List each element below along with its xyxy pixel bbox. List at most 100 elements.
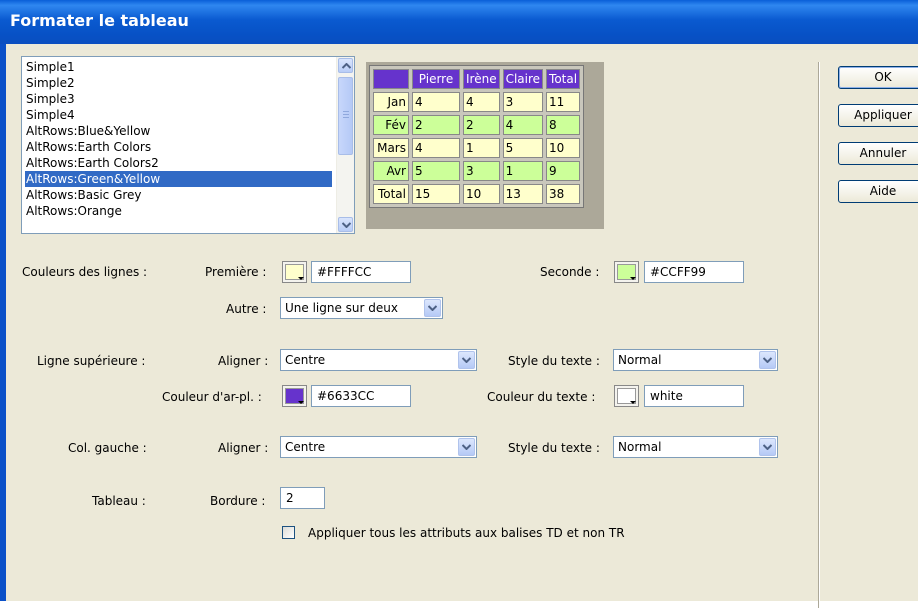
preview-cell: 3 bbox=[463, 161, 500, 181]
button-separator-highlight bbox=[819, 62, 820, 608]
chevron-down-icon bbox=[763, 357, 772, 363]
preview-header-cell: Irène bbox=[463, 69, 500, 89]
preview-cell: 4 bbox=[463, 92, 500, 112]
text-color-input[interactable]: white bbox=[644, 385, 744, 407]
second-color-picker[interactable] bbox=[614, 261, 639, 283]
preview-cell: Total bbox=[373, 184, 409, 204]
left-col-align-label: Aligner : bbox=[218, 441, 269, 455]
dialog-title: Formater le tableau bbox=[10, 11, 189, 30]
apply-to-td-label[interactable]: Appliquer tous les attributs aux balises… bbox=[308, 526, 625, 540]
chevron-down-icon bbox=[342, 222, 351, 228]
window-frame-left bbox=[0, 44, 6, 601]
preview-header-cell: Pierre bbox=[412, 69, 460, 89]
list-item[interactable]: Simple2 bbox=[25, 75, 332, 91]
scroll-thumb[interactable] bbox=[338, 77, 353, 155]
preview-row: Total 15 10 13 38 bbox=[373, 184, 581, 204]
preview-header-cell: Claire bbox=[502, 69, 544, 89]
second-color-input[interactable]: #CCFF99 bbox=[644, 261, 744, 283]
left-col-text-style-label: Style du texte : bbox=[508, 441, 600, 455]
preview-header-cell: Total bbox=[546, 69, 581, 89]
table-preview: Pierre Irène Claire Total Jan 4 4 3 11 F… bbox=[366, 62, 604, 229]
cancel-button[interactable]: Annuler bbox=[838, 142, 918, 165]
preview-cell: Fév bbox=[373, 115, 409, 135]
list-scrollbar[interactable] bbox=[336, 57, 354, 233]
preview-cell: 4 bbox=[502, 115, 544, 135]
preview-cell: 3 bbox=[502, 92, 544, 112]
first-color-label: Première : bbox=[205, 265, 267, 279]
list-item[interactable]: AltRows:Earth Colors bbox=[25, 139, 332, 155]
format-table-dialog: Formater le tableau Simple1 Simple2 Simp… bbox=[0, 0, 918, 608]
list-item-selected[interactable]: AltRows:Green&Yellow bbox=[25, 171, 332, 187]
dropdown-arrow-icon bbox=[298, 401, 304, 404]
preview-cell: 10 bbox=[463, 184, 500, 204]
ok-button[interactable]: OK bbox=[838, 66, 918, 89]
top-row-text-style-dropdown-button[interactable] bbox=[759, 351, 776, 369]
first-color-input[interactable]: #FFFFCC bbox=[311, 261, 411, 283]
preview-cell: 2 bbox=[463, 115, 500, 135]
thumb-grip bbox=[343, 117, 349, 118]
chevron-down-icon bbox=[763, 444, 772, 450]
top-row-align-dropdown-button[interactable] bbox=[458, 351, 475, 369]
preview-cell: 5 bbox=[412, 161, 460, 181]
preview-cell: 1 bbox=[502, 161, 544, 181]
dropdown-arrow-icon bbox=[298, 277, 304, 280]
left-col-text-style-select[interactable]: Normal bbox=[613, 436, 778, 458]
preview-cell: 8 bbox=[546, 115, 581, 135]
alternate-dropdown-button[interactable] bbox=[424, 299, 441, 317]
top-row-text-style-select[interactable]: Normal bbox=[613, 349, 778, 371]
apply-button[interactable]: Appliquer bbox=[838, 104, 918, 127]
preview-cell: 10 bbox=[546, 138, 581, 158]
top-row-align-select[interactable]: Centre bbox=[280, 349, 477, 371]
left-col-align-value: Centre bbox=[285, 440, 326, 454]
preview-cell: 4 bbox=[412, 138, 460, 158]
list-item[interactable]: Simple4 bbox=[25, 107, 332, 123]
scroll-down-button[interactable] bbox=[338, 217, 353, 232]
other-label: Autre : bbox=[226, 302, 267, 316]
chevron-down-icon bbox=[428, 305, 437, 311]
left-col-label: Col. gauche : bbox=[68, 441, 147, 455]
preview-row: Jan 4 4 3 11 bbox=[373, 92, 581, 112]
preview-cell: Mars bbox=[373, 138, 409, 158]
alternate-select-value: Une ligne sur deux bbox=[285, 301, 398, 315]
bg-color-picker[interactable] bbox=[282, 385, 307, 407]
table-style-list[interactable]: Simple1 Simple2 Simple3 Simple4 AltRows:… bbox=[21, 56, 355, 234]
list-item[interactable]: Simple1 bbox=[25, 59, 332, 75]
row-colors-label: Couleurs des lignes : bbox=[22, 265, 148, 279]
title-bar[interactable]: Formater le tableau bbox=[0, 0, 918, 44]
top-row-align-label: Aligner : bbox=[218, 354, 269, 368]
preview-cell: 11 bbox=[546, 92, 581, 112]
left-col-align-select[interactable]: Centre bbox=[280, 436, 477, 458]
apply-to-td-checkbox[interactable] bbox=[282, 526, 295, 539]
top-row-align-value: Centre bbox=[285, 353, 326, 367]
chevron-up-icon bbox=[342, 63, 351, 69]
chevron-down-icon bbox=[462, 444, 471, 450]
preview-corner-cell bbox=[373, 69, 409, 89]
chevron-down-icon bbox=[462, 357, 471, 363]
top-row-text-style-label: Style du texte : bbox=[508, 354, 600, 368]
scroll-up-button[interactable] bbox=[338, 58, 353, 73]
preview-table: Pierre Irène Claire Total Jan 4 4 3 11 F… bbox=[369, 65, 585, 208]
left-col-align-dropdown-button[interactable] bbox=[458, 438, 475, 456]
alternate-select[interactable]: Une ligne sur deux bbox=[280, 297, 443, 319]
left-col-text-style-dropdown-button[interactable] bbox=[759, 438, 776, 456]
top-row-label: Ligne supérieure : bbox=[37, 354, 146, 368]
border-input[interactable]: 2 bbox=[280, 487, 325, 509]
list-item[interactable]: AltRows:Basic Grey bbox=[25, 187, 332, 203]
top-row-text-style-value: Normal bbox=[618, 353, 662, 367]
preview-header-row: Pierre Irène Claire Total bbox=[373, 69, 581, 89]
list-item[interactable]: AltRows:Blue&Yellow bbox=[25, 123, 332, 139]
thumb-grip bbox=[343, 114, 349, 115]
preview-cell: 1 bbox=[463, 138, 500, 158]
list-item[interactable]: AltRows:Earth Colors2 bbox=[25, 155, 332, 171]
bg-color-input[interactable]: #6633CC bbox=[311, 385, 411, 407]
text-color-picker[interactable] bbox=[614, 385, 639, 407]
first-color-picker[interactable] bbox=[282, 261, 307, 283]
preview-cell: 9 bbox=[546, 161, 581, 181]
list-item[interactable]: AltRows:Orange bbox=[25, 203, 332, 219]
help-button[interactable]: Aide bbox=[838, 180, 918, 203]
list-item[interactable]: Simple3 bbox=[25, 91, 332, 107]
preview-cell: Jan bbox=[373, 92, 409, 112]
preview-cell: Avr bbox=[373, 161, 409, 181]
bg-color-label: Couleur d'ar-pl. : bbox=[162, 390, 262, 404]
preview-cell: 2 bbox=[412, 115, 460, 135]
